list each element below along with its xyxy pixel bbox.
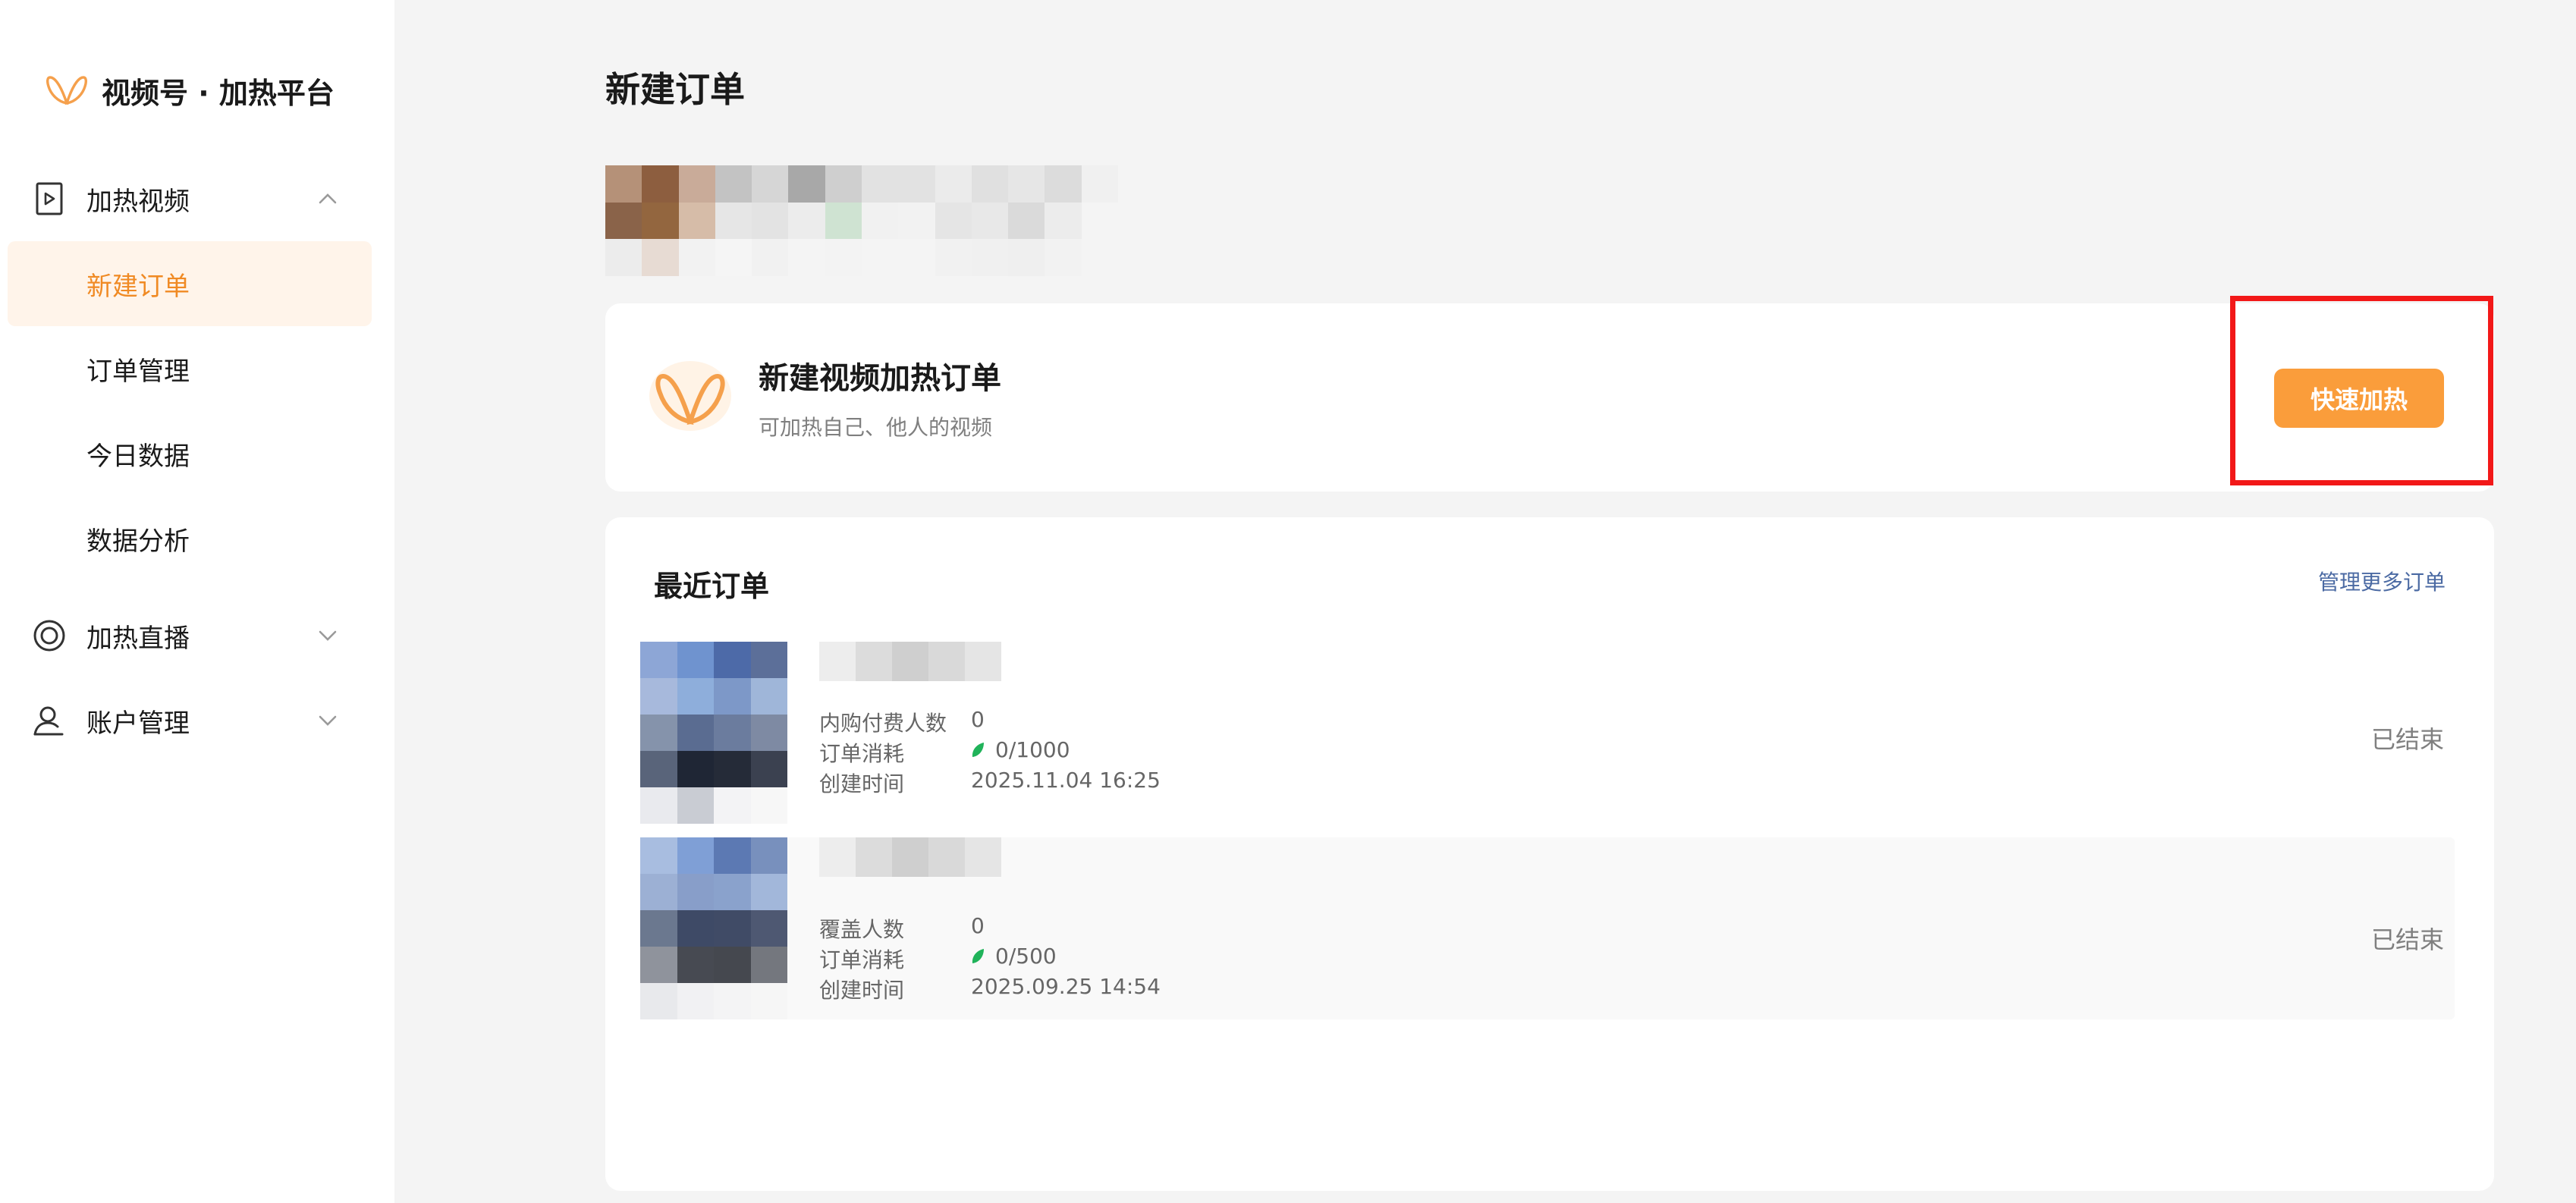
page-title: 新建订单 — [605, 69, 745, 110]
user-icon — [32, 703, 67, 738]
butterfly-logo-icon — [649, 361, 731, 431]
sidebar-item-label: 新建订单 — [86, 271, 190, 302]
brand-name: 视频号 · 加热平台 — [102, 76, 335, 110]
brand[interactable]: 视频号 · 加热平台 — [46, 70, 335, 111]
butterfly-logo-icon — [46, 76, 88, 105]
quick-boost-button[interactable]: 快速加热 — [2274, 369, 2444, 428]
sidebar-item-data-analysis[interactable]: 数据分析 — [8, 496, 372, 581]
order-created-value: 2025.11.04 16:25 — [971, 768, 1161, 793]
nav-group-account[interactable]: 账户管理 — [0, 693, 394, 748]
video-thumbnail — [640, 837, 787, 1019]
order-created-label: 创建时间 — [819, 978, 905, 1003]
order-consumption: 0/500 — [971, 944, 1057, 969]
sidebar-item-today-data[interactable]: 今日数据 — [8, 411, 372, 496]
video-title-blurred — [819, 837, 1001, 877]
nav-group-boost-live[interactable]: 加热直播 — [0, 608, 394, 663]
order-consumption-label: 订单消耗 — [819, 741, 905, 766]
live-circle-icon — [32, 618, 67, 653]
sidebar-item-order-management[interactable]: 订单管理 — [8, 326, 372, 411]
sidebar-item-label: 今日数据 — [86, 441, 190, 472]
leaf-coin-icon — [972, 948, 984, 963]
sidebar-item-label: 数据分析 — [86, 526, 190, 557]
play-video-icon — [32, 181, 67, 216]
order-consumption: 0/1000 — [971, 737, 1070, 762]
order-row[interactable]: 内购付费人数 0 订单消耗 0/1000 创建时间 2025.11.04 16:… — [640, 642, 2455, 824]
order-row[interactable]: 覆盖人数 0 订单消耗 0/500 创建时间 2025.09.25 14:54 … — [640, 837, 2455, 1019]
account-avatar-blurred — [605, 165, 1118, 276]
order-consumption-value: 0/500 — [995, 944, 1057, 969]
order-status: 已结束 — [2370, 925, 2444, 954]
sidebar-item-label: 订单管理 — [86, 356, 190, 387]
order-status: 已结束 — [2370, 725, 2444, 754]
sidebar: 视频号 · 加热平台 加热视频 新建订单 订单管理 今日数据 数据分析 加热直播… — [0, 0, 394, 1203]
video-thumbnail — [640, 642, 787, 824]
chevron-down-icon[interactable] — [316, 623, 340, 648]
leaf-coin-icon — [972, 742, 984, 757]
order-metric-value: 0 — [971, 913, 985, 938]
new-order-subtitle: 可加热自己、他人的视频 — [759, 415, 993, 440]
recent-orders-title: 最近订单 — [654, 570, 770, 603]
order-metric-label: 内购付费人数 — [819, 711, 947, 736]
order-metric-label: 覆盖人数 — [819, 917, 905, 942]
nav-group-label: 账户管理 — [86, 708, 190, 739]
nav-group-boost-video[interactable]: 加热视频 — [0, 171, 394, 226]
nav-group-label: 加热直播 — [86, 623, 190, 654]
order-created-value: 2025.09.25 14:54 — [971, 974, 1161, 999]
new-order-title: 新建视频加热订单 — [759, 361, 1001, 396]
chevron-up-icon[interactable] — [316, 187, 340, 211]
chevron-down-icon[interactable] — [316, 708, 340, 733]
nav-group-label: 加热视频 — [86, 186, 190, 217]
order-metric-value: 0 — [971, 707, 985, 732]
recent-orders-card: 最近订单 管理更多订单 内购付费人数 0 订单消耗 0/1000 创建时间 20… — [605, 517, 2494, 1191]
order-consumption-value: 0/1000 — [995, 737, 1070, 762]
new-order-card: 新建视频加热订单 可加热自己、他人的视频 — [605, 303, 2494, 492]
sidebar-item-new-order[interactable]: 新建订单 — [8, 241, 372, 326]
video-title-blurred — [819, 642, 1001, 681]
manage-more-orders-link[interactable]: 管理更多订单 — [2318, 566, 2446, 596]
order-consumption-label: 订单消耗 — [819, 947, 905, 972]
order-created-label: 创建时间 — [819, 771, 905, 796]
